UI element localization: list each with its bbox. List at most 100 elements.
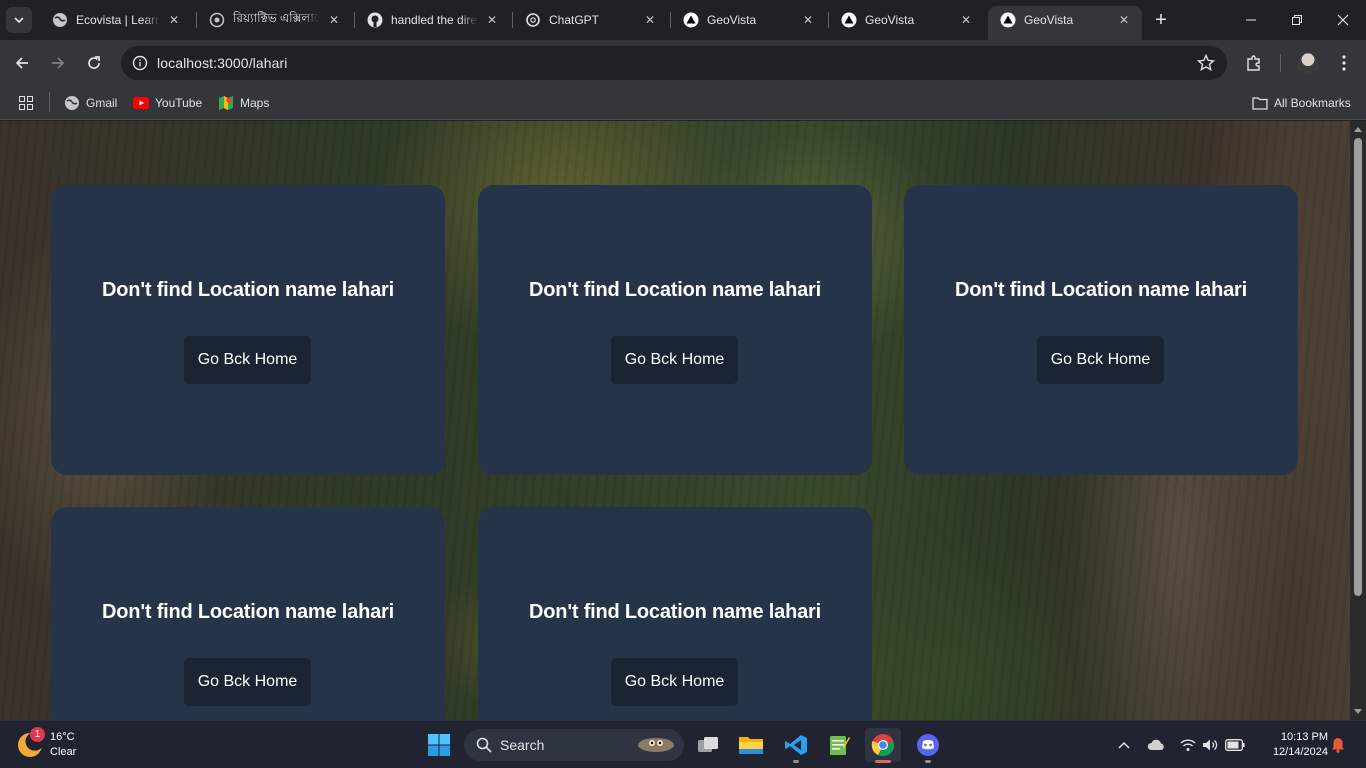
weather-widget[interactable]: 1 16°C Clear: [18, 727, 76, 761]
cloud-icon: [1147, 739, 1164, 750]
forward-button[interactable]: [44, 49, 72, 77]
moon-icon: 1: [18, 727, 45, 757]
site-info-icon[interactable]: [129, 52, 151, 74]
go-back-home-button[interactable]: Go Bck Home: [1037, 336, 1164, 384]
chrome-button[interactable]: [865, 728, 901, 763]
tab-search-button[interactable]: [6, 7, 32, 33]
minimize-button[interactable]: [1228, 0, 1274, 40]
extensions-button[interactable]: [1243, 52, 1265, 74]
bookmark-gmail[interactable]: Gmail: [64, 93, 117, 113]
triangle-icon: [683, 12, 699, 28]
go-back-home-button[interactable]: Go Bck Home: [184, 658, 311, 706]
start-button[interactable]: [421, 728, 457, 762]
running-indicator: [793, 760, 799, 763]
weather-temp: 16°C: [50, 731, 75, 743]
tab-geovista-2[interactable]: GeoVista ✕: [829, 6, 984, 34]
vscode-button[interactable]: [778, 728, 814, 763]
running-indicator: [925, 760, 931, 763]
search-label: Search: [500, 737, 545, 753]
all-bookmarks-label: All Bookmarks: [1274, 96, 1351, 110]
address-bar[interactable]: localhost:3000/lahari: [121, 46, 1227, 80]
more-vert-icon: [1342, 55, 1346, 71]
tab-geovista-1[interactable]: GeoVista ✕: [671, 6, 826, 34]
taskbar-search[interactable]: Search: [464, 729, 684, 761]
scroll-up-icon[interactable]: [1354, 127, 1362, 132]
close-icon[interactable]: ✕: [958, 12, 974, 28]
menu-button[interactable]: [1333, 52, 1355, 74]
chatgpt-icon: [525, 12, 541, 28]
search-icon: [476, 737, 492, 753]
not-found-message: Don't find Location name lahari: [955, 279, 1247, 301]
go-back-home-button[interactable]: Go Bck Home: [611, 336, 738, 384]
battery-icon: [1225, 739, 1245, 751]
chrome-icon: [871, 734, 894, 757]
all-bookmarks-button[interactable]: All Bookmarks: [1252, 93, 1351, 113]
apps-button[interactable]: [18, 93, 40, 113]
youtube-icon: [133, 95, 149, 111]
battery-tray[interactable]: [1225, 735, 1245, 755]
clock-date: 12/14/2024: [1272, 746, 1328, 758]
close-icon[interactable]: ✕: [642, 12, 658, 28]
speaker-icon: [1203, 739, 1218, 751]
close-icon[interactable]: ✕: [800, 12, 816, 28]
discord-button[interactable]: [910, 728, 946, 763]
globe-icon: [64, 95, 80, 111]
location-card: Don't find Location name lahari Go Bck H…: [478, 185, 872, 475]
triangle-icon: [841, 12, 857, 28]
url-text: localhost:3000/lahari: [157, 55, 288, 71]
tab-strip: Ecovista | Learn V ✕ রিয়্যাক্টিভ এক্সিল…: [0, 0, 1366, 40]
close-icon[interactable]: ✕: [1116, 12, 1132, 28]
arrow-right-icon: [52, 57, 65, 69]
arrow-left-icon: [15, 57, 28, 69]
tab-github[interactable]: handled the direct ✕: [355, 6, 510, 34]
owl-icon: [638, 738, 674, 752]
discord-icon: [917, 734, 939, 756]
tab-bangla[interactable]: রিয়্যাক্টিভ এক্সিলারেটর ✕: [197, 6, 352, 34]
bell-icon: [1332, 738, 1344, 753]
bookmarks-bar: Gmail YouTube Maps All Bookmarks: [0, 86, 1366, 120]
page-scrollbar[interactable]: [1350, 121, 1366, 720]
vscode-icon: [785, 735, 807, 755]
apps-grid-icon: [18, 95, 34, 111]
tab-title: handled the direct: [391, 13, 478, 27]
scroll-down-icon[interactable]: [1354, 709, 1362, 714]
close-icon[interactable]: ✕: [484, 12, 500, 28]
restore-button[interactable]: [1274, 0, 1320, 40]
task-view-button[interactable]: [690, 728, 726, 762]
app-icon: [209, 12, 225, 28]
bookmark-star-icon[interactable]: [1197, 54, 1215, 72]
notifications-button[interactable]: [1328, 735, 1348, 755]
back-button[interactable]: [8, 49, 36, 77]
reload-button[interactable]: [80, 49, 108, 77]
show-hidden-icons-button[interactable]: [1114, 735, 1134, 755]
bookmark-label: Gmail: [86, 96, 118, 110]
location-card: Don't find Location name lahari Go Bck H…: [51, 507, 445, 720]
close-icon[interactable]: ✕: [166, 12, 182, 28]
wifi-tray[interactable]: [1178, 735, 1198, 755]
bookmark-label: Maps: [240, 96, 270, 110]
file-explorer-button[interactable]: [733, 728, 769, 762]
location-card: Don't find Location name lahari Go Bck H…: [478, 507, 872, 720]
browser-toolbar: localhost:3000/lahari: [0, 40, 1366, 86]
onedrive-tray[interactable]: [1146, 735, 1166, 755]
go-back-home-button[interactable]: Go Bck Home: [611, 658, 738, 706]
go-back-home-button[interactable]: Go Bck Home: [184, 336, 311, 384]
tab-title: GeoVista: [1024, 13, 1074, 27]
chevron-up-icon: [1118, 741, 1130, 749]
volume-tray[interactable]: [1200, 735, 1220, 755]
reload-icon: [88, 56, 100, 69]
system-clock[interactable]: 10:13 PM 12/14/2024: [1256, 730, 1328, 760]
tab-ecovista[interactable]: Ecovista | Learn V ✕: [40, 6, 192, 34]
notepad-button[interactable]: [821, 728, 857, 762]
close-icon[interactable]: ✕: [326, 12, 342, 28]
new-tab-button[interactable]: +: [1150, 9, 1172, 31]
scrollbar-thumb[interactable]: [1354, 138, 1362, 596]
tab-geovista-active[interactable]: GeoVista ✕: [988, 6, 1142, 40]
not-found-message: Don't find Location name lahari: [529, 279, 821, 301]
bookmark-maps[interactable]: Maps: [218, 93, 269, 113]
bookmark-youtube[interactable]: YouTube: [133, 93, 202, 113]
tab-title: GeoVista: [707, 13, 757, 27]
tab-chatgpt[interactable]: ChatGPT ✕: [513, 6, 668, 34]
profile-avatar[interactable]: [1297, 52, 1319, 74]
close-window-button[interactable]: [1320, 0, 1366, 40]
